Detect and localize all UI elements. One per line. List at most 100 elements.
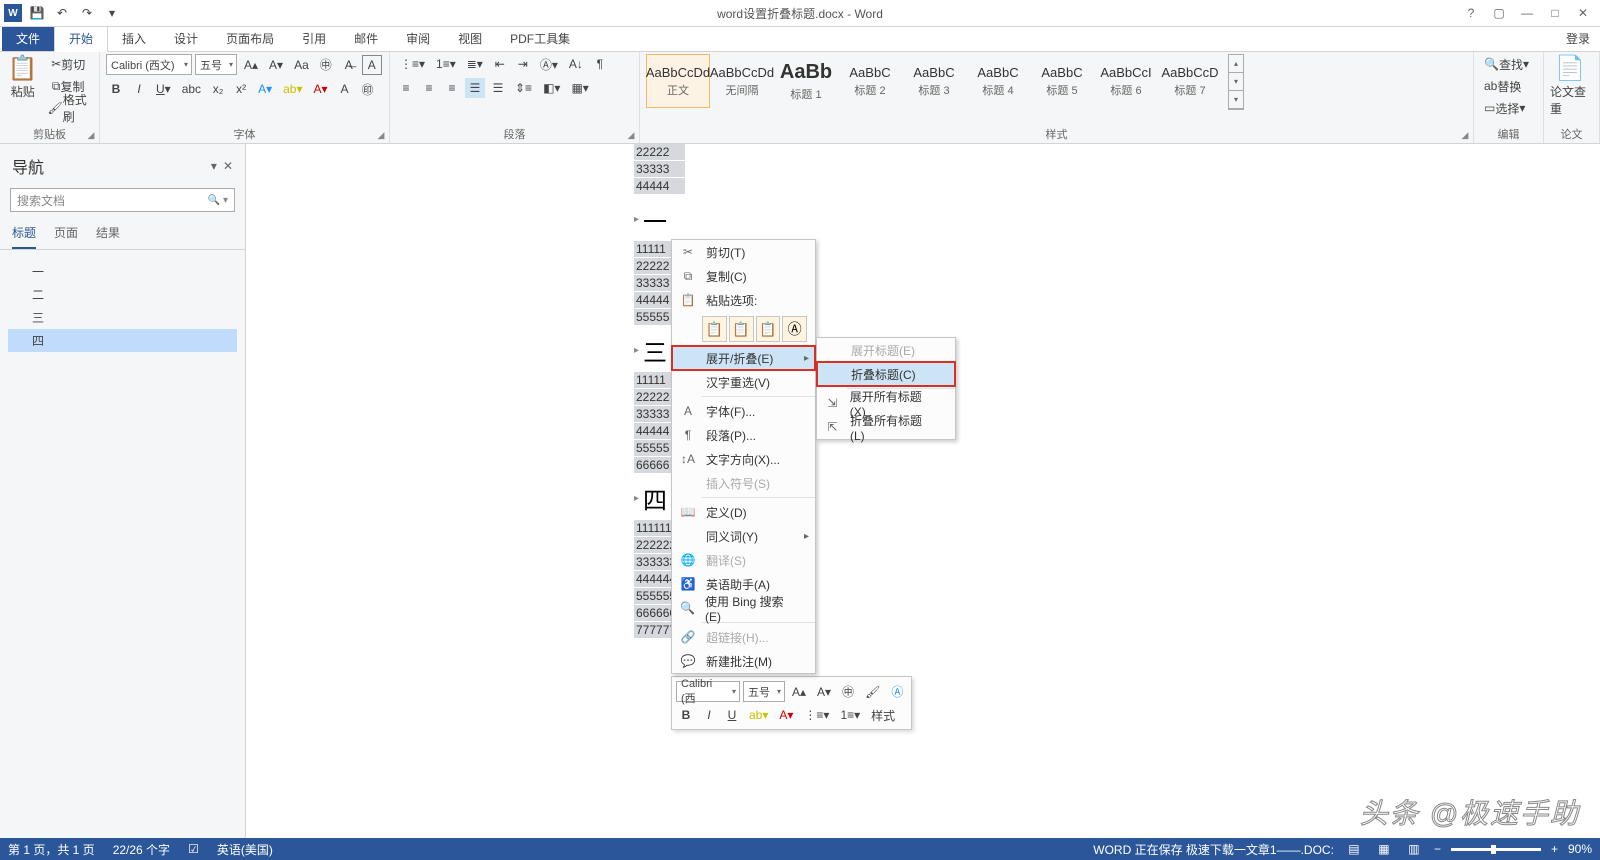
align-left[interactable]: ≡ (396, 78, 416, 98)
char-scale[interactable]: Ⓐ▾ (536, 54, 562, 74)
style-item[interactable]: AaBbC标题 2 (838, 54, 902, 108)
ctx-define[interactable]: 📖定义(D) (672, 500, 815, 524)
view-print[interactable]: ▦ (1374, 841, 1394, 857)
qat-customize[interactable]: ▾ (102, 3, 122, 23)
style-item[interactable]: AaBbCcD标题 7 (1158, 54, 1222, 108)
paste-button[interactable]: 📋粘贴 (6, 54, 39, 100)
multilevel-button[interactable]: ≣▾ (463, 54, 487, 74)
ctx-text-direction[interactable]: ↕A文字方向(X)... (672, 447, 815, 471)
nav-search-input[interactable]: 搜索文档 (10, 188, 235, 212)
tab-review[interactable]: 审阅 (392, 26, 444, 51)
mini-highlight[interactable]: ab▾ (745, 705, 772, 725)
paste-options[interactable]: 📋📋📋Ⓐ (672, 312, 815, 346)
mini-bold[interactable]: B (676, 705, 696, 725)
style-item[interactable]: AaBb标题 1 (774, 54, 838, 108)
mini-italic[interactable]: I (699, 705, 719, 725)
doc-heading[interactable]: ▸一 (634, 202, 685, 237)
tab-home[interactable]: 开始 (54, 25, 108, 52)
highlight-button[interactable]: ab▾ (279, 79, 306, 99)
status-page[interactable]: 第 1 页，共 1 页 (8, 841, 95, 858)
italic-button[interactable]: I (129, 79, 149, 99)
tab-view[interactable]: 视图 (444, 26, 496, 51)
doc-text-line[interactable]: 22222 (634, 144, 685, 160)
style-item[interactable]: AaBbC标题 4 (966, 54, 1030, 108)
para-launcher[interactable]: ◢ (625, 129, 637, 141)
font-launcher[interactable]: ◢ (375, 129, 387, 141)
styles-gallery-spinner[interactable]: ▴▾▾ (1228, 54, 1244, 110)
phonetic-guide[interactable]: ㊥ (316, 55, 336, 75)
mini-font-name[interactable]: Calibri (西 (676, 681, 740, 702)
ctx-synonym[interactable]: 同义词(Y)▸ (672, 524, 815, 548)
view-web[interactable]: ▥ (1404, 841, 1424, 857)
increase-indent[interactable]: ⇥ (513, 54, 533, 74)
font-name-combo[interactable]: Calibri (西文) (106, 54, 192, 75)
grow-font[interactable]: A▴ (240, 55, 262, 75)
mini-underline[interactable]: U (722, 705, 742, 725)
subscript-button[interactable]: x₂ (208, 79, 228, 99)
zoom-out[interactable]: − (1434, 842, 1441, 856)
bold-button[interactable]: B (106, 79, 126, 99)
login-link[interactable]: 登录 (1556, 26, 1600, 51)
mini-styles-button[interactable]: 样式 (867, 705, 899, 725)
nav-node[interactable]: 二 (8, 283, 237, 306)
ctx-expand-collapse[interactable]: 展开/折叠(E)▸ (672, 346, 815, 370)
nav-tab-results[interactable]: 结果 (96, 224, 120, 249)
align-center[interactable]: ≡ (419, 78, 439, 98)
clear-format[interactable]: A̶ (339, 55, 359, 75)
show-marks[interactable]: ¶ (590, 54, 610, 74)
mini-font-color[interactable]: A▾ (775, 705, 797, 725)
paper-check-button[interactable]: 📄论文查重 (1550, 54, 1590, 117)
qat-redo[interactable]: ↷ (77, 3, 97, 23)
maximize-button[interactable]: □ (1542, 3, 1568, 23)
tab-mail[interactable]: 邮件 (340, 26, 392, 51)
doc-text-line[interactable]: 33333 (634, 161, 685, 177)
mini-grow[interactable]: A▴ (788, 682, 810, 702)
styles-gallery[interactable]: AaBbCcDd正文AaBbCcDd无间隔AaBb标题 1AaBbC标题 2Aa… (646, 54, 1222, 108)
style-item[interactable]: AaBbCcDd正文 (646, 54, 710, 108)
ctx-cut[interactable]: ✂剪切(T) (672, 240, 815, 264)
sub-collapse-heading[interactable]: 折叠标题(C) (817, 362, 955, 386)
mini-shrink[interactable]: A▾ (813, 682, 835, 702)
find-button[interactable]: 🔍 查找▾ (1480, 54, 1533, 74)
zoom-slider[interactable] (1451, 848, 1541, 851)
line-spacing[interactable]: ⇕≡ (511, 78, 536, 98)
mini-font-size[interactable]: 五号 (743, 681, 785, 702)
mini-phonetic[interactable]: ㊥ (838, 682, 858, 702)
align-right[interactable]: ≡ (442, 78, 462, 98)
mini-bullets[interactable]: ⋮≡▾ (800, 705, 833, 725)
enclose-char[interactable]: ㊞ (358, 79, 378, 99)
zoom-level[interactable]: 90% (1568, 842, 1592, 856)
style-item[interactable]: AaBbC标题 5 (1030, 54, 1094, 108)
sub-collapse-all[interactable]: ⇱折叠所有标题(L) (817, 415, 955, 439)
ctx-new-comment[interactable]: 💬新建批注(M) (672, 649, 815, 673)
tab-file[interactable]: 文件 (2, 26, 54, 51)
tab-layout[interactable]: 页面布局 (212, 26, 288, 51)
style-item[interactable]: AaBbC标题 3 (902, 54, 966, 108)
document-area[interactable]: 222223333344444▸一11111222223333344444555… (246, 144, 1600, 838)
status-language[interactable]: 英语(美国) (217, 841, 273, 858)
ctx-hanzi[interactable]: 汉字重选(V) (672, 370, 815, 394)
mini-styles-icon[interactable]: Ⓐ (887, 682, 907, 702)
nav-close[interactable]: ✕ (223, 159, 233, 173)
borders-button[interactable]: ▦▾ (567, 78, 592, 98)
mini-painter[interactable]: 🖌 (861, 682, 884, 702)
ribbon-options-button[interactable]: ▢ (1486, 3, 1512, 23)
qat-save[interactable]: 💾 (27, 3, 47, 23)
char-border[interactable]: A (362, 55, 382, 75)
tab-insert[interactable]: 插入 (108, 26, 160, 51)
replace-button[interactable]: ab 替换 (1480, 76, 1525, 96)
doc-text-line[interactable]: 44444 (634, 178, 685, 194)
view-read[interactable]: ▤ (1344, 841, 1364, 857)
change-case[interactable]: Aa (290, 55, 313, 75)
tab-references[interactable]: 引用 (288, 26, 340, 51)
ctx-font[interactable]: A字体(F)... (672, 399, 815, 423)
mini-numbering[interactable]: 1≡▾ (836, 705, 864, 725)
help-button[interactable]: ? (1458, 3, 1484, 23)
align-justify[interactable]: ☰ (465, 78, 485, 98)
ctx-bing[interactable]: 🔍使用 Bing 搜索(E) (672, 596, 815, 620)
cut-button[interactable]: ✂ 剪切 (43, 54, 93, 74)
nav-tab-pages[interactable]: 页面 (54, 224, 78, 249)
text-effect[interactable]: A▾ (254, 79, 276, 99)
nav-dropdown[interactable]: ▾ (211, 159, 217, 173)
shrink-font[interactable]: A▾ (265, 55, 287, 75)
